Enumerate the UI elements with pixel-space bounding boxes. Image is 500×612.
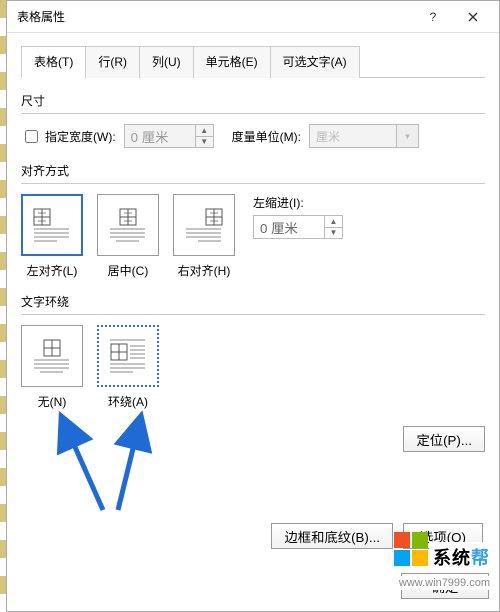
wrap-around-option[interactable]: [97, 325, 159, 387]
dialog-table-properties: 表格属性 ? 表格(T) 行(R) 列(U) 单元格(E) 可选文字(A) 尺寸…: [6, 0, 500, 612]
divider: [21, 314, 485, 315]
help-button[interactable]: ?: [413, 2, 453, 32]
measure-in-label: 度量单位(M):: [232, 128, 301, 145]
dialog-title: 表格属性: [17, 8, 413, 25]
spin-down-icon[interactable]: ▼: [324, 228, 342, 239]
spin-up-icon[interactable]: ▲: [195, 125, 213, 137]
windows-logo-icon: [394, 532, 428, 566]
measure-unit-select[interactable]: 厘米 ▼: [309, 124, 419, 148]
borders-shading-button[interactable]: 边框和底纹(B)...: [271, 523, 393, 549]
chk-preferred-width-input[interactable]: [25, 130, 38, 143]
spin-up-icon[interactable]: ▲: [324, 216, 342, 228]
align-right-option[interactable]: [173, 194, 235, 256]
dialog-body: 表格(T) 行(R) 列(U) 单元格(E) 可选文字(A) 尺寸 指定宽度(W…: [7, 33, 499, 452]
wrap-none-option[interactable]: [21, 325, 83, 387]
chk-preferred-width-label: 指定宽度(W):: [45, 128, 116, 145]
align-left-icon: [33, 208, 71, 242]
watermark-url: www.win7999.com: [395, 576, 494, 590]
titlebar: 表格属性 ?: [7, 1, 499, 33]
width-spinner[interactable]: ▲▼: [124, 124, 214, 148]
tab-cell[interactable]: 单元格(E): [193, 46, 271, 78]
positioning-button[interactable]: 定位(P)...: [403, 426, 485, 452]
measure-unit-value: 厘米: [316, 128, 340, 145]
indent-field: 左缩进(I): ▲▼: [253, 194, 343, 239]
spin-down-icon[interactable]: ▼: [195, 137, 213, 148]
wrap-none-label: 无(N): [38, 393, 67, 410]
alignment-section-label: 对齐方式: [21, 162, 485, 179]
align-center-label: 居中(C): [108, 262, 149, 279]
size-section-label: 尺寸: [21, 92, 485, 109]
align-right-icon: [185, 208, 223, 242]
wrap-around-label: 环绕(A): [108, 393, 148, 410]
tab-bar: 表格(T) 行(R) 列(U) 单元格(E) 可选文字(A): [21, 45, 485, 78]
chevron-down-icon: ▼: [396, 125, 418, 147]
size-row: 指定宽度(W): ▲▼ 度量单位(M): 厘米 ▼: [21, 124, 485, 148]
align-left-label: 左对齐(L): [27, 262, 78, 279]
tab-alttext[interactable]: 可选文字(A): [270, 46, 360, 78]
indent-spinner[interactable]: ▲▼: [253, 215, 343, 239]
tab-row[interactable]: 行(R): [85, 46, 140, 78]
divider: [21, 183, 485, 184]
wrap-around-icon: [109, 339, 147, 373]
indent-label: 左缩进(I):: [253, 194, 343, 211]
align-center-option[interactable]: [97, 194, 159, 256]
close-button[interactable]: [453, 2, 493, 32]
tab-column[interactable]: 列(U): [139, 46, 194, 78]
tab-table[interactable]: 表格(T): [21, 46, 86, 78]
align-center-icon: [109, 208, 147, 242]
alignment-options: 左对齐(L) 居中(C) 右对齐(H) 左缩进(I): ▲▼: [21, 194, 485, 279]
divider: [21, 113, 485, 114]
wrap-none-icon: [33, 339, 71, 373]
align-right-label: 右对齐(H): [178, 262, 231, 279]
close-icon: [468, 12, 478, 22]
align-left-option[interactable]: [21, 194, 83, 256]
chk-preferred-width[interactable]: 指定宽度(W):: [21, 127, 116, 146]
watermark-brand: 系统帮: [429, 542, 494, 572]
wrap-options: 无(N) 环绕(A): [21, 325, 485, 410]
wrap-section-label: 文字环绕: [21, 293, 485, 310]
